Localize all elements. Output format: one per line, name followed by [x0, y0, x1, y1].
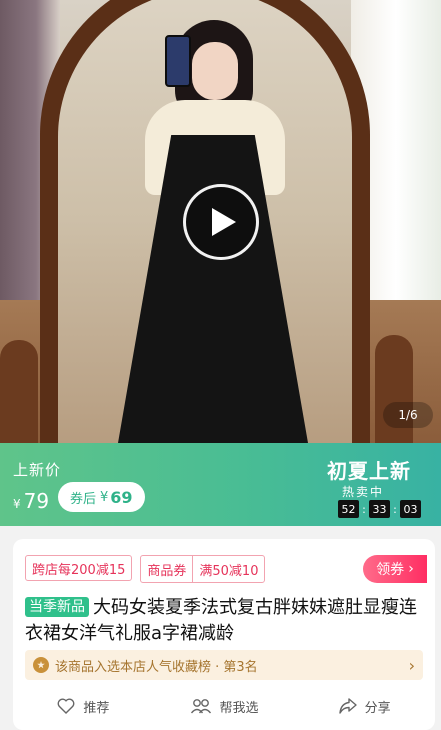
phone-prop	[165, 35, 191, 87]
action-bar: 推荐 帮我选 分享	[13, 691, 435, 721]
chevron-right-icon: ›	[408, 561, 414, 577]
currency-symbol: ¥	[13, 497, 21, 511]
countdown-timer: 52 : 33 : 03	[338, 500, 421, 518]
help-me-choose-label: 帮我选	[219, 700, 259, 716]
share-icon	[338, 698, 357, 714]
new-season-badge: 当季新品	[25, 597, 89, 617]
ranking-text: 该商品入选本店人气收藏榜 · 第3名	[55, 659, 258, 675]
get-coupon-button[interactable]: 领券 ›	[363, 555, 427, 583]
model-face	[192, 42, 238, 100]
share-label: 分享	[364, 700, 391, 716]
original-price-value: 79	[23, 489, 50, 513]
play-video-button[interactable]	[183, 184, 259, 260]
countdown-seconds: 03	[400, 500, 421, 518]
product-coupon-value: 满50减10	[192, 556, 264, 582]
share-button[interactable]: 分享	[294, 691, 435, 721]
cross-store-coupon[interactable]: 跨店每200减15	[25, 555, 133, 581]
countdown-hours: 52	[338, 500, 359, 518]
after-coupon-price: 券后 ¥ 69	[58, 482, 145, 512]
product-title: 当季新品 大码女装夏季法式复古胖妹妹遮肚显瘦连衣裙女洋气礼服a字裙减龄	[25, 595, 423, 647]
mirror-post-left	[0, 340, 38, 443]
price-banner: 上新价 ¥79 券后 ¥ 69 初夏上新 热卖中 52 : 33 : 03	[0, 443, 441, 526]
ranking-bar[interactable]: 该商品入选本店人气收藏榜 · 第3名 ›	[25, 650, 423, 680]
play-icon	[212, 208, 236, 236]
product-image[interactable]: 1/6	[0, 0, 441, 443]
after-coupon-value: 69	[110, 487, 133, 507]
recommend-label: 推荐	[83, 700, 110, 716]
image-page-indicator: 1/6	[383, 402, 433, 428]
recommend-button[interactable]: 推荐	[13, 691, 154, 721]
chevron-right-icon: ›	[408, 655, 415, 675]
price-label: 上新价	[13, 461, 62, 479]
get-coupon-label: 领券	[376, 562, 405, 578]
after-coupon-currency: ¥	[100, 489, 109, 505]
product-coupon-label: 商品券	[147, 563, 187, 579]
product-coupon-group[interactable]: 商品券 满50减10	[140, 555, 266, 583]
coupon-row: 跨店每200减15 商品券 满50减10	[25, 555, 266, 583]
original-price: ¥79	[13, 489, 49, 513]
promo-title: 初夏上新	[327, 459, 411, 483]
countdown-minutes: 33	[369, 500, 390, 518]
hot-sale-label: 热卖中	[341, 485, 384, 499]
help-me-choose-button[interactable]: 帮我选	[154, 691, 295, 721]
medal-icon	[33, 657, 49, 673]
heart-icon	[57, 698, 75, 714]
after-coupon-label: 券后	[70, 491, 97, 507]
people-icon	[190, 699, 211, 714]
product-info-card: 跨店每200减15 商品券 满50减10 领券 › 当季新品 大码女装夏季法式复古…	[13, 539, 435, 730]
